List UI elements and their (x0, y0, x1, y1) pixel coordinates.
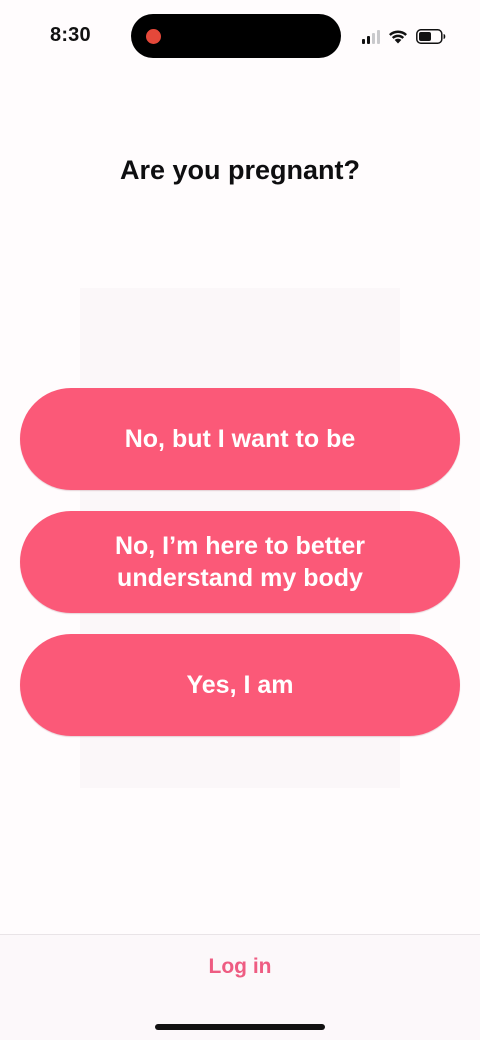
recording-indicator-icon (146, 29, 161, 44)
bottom-bar: Log in (0, 934, 480, 1040)
page-title: Are you pregnant? (119, 155, 361, 185)
option-want-to-be-pregnant-button[interactable]: No, but I want to be (20, 388, 460, 490)
login-link[interactable]: Log in (0, 955, 480, 979)
app-screen: 8:30 Are you pregnant? No, but I want to… (0, 0, 480, 1040)
answer-options: No, but I want to be No, I’m here to bet… (20, 388, 460, 736)
status-time: 8:30 (50, 24, 91, 46)
dynamic-island (131, 14, 341, 58)
signal-icon (362, 28, 380, 44)
home-indicator[interactable] (155, 1024, 325, 1030)
battery-icon (416, 28, 446, 44)
option-understand-body-button[interactable]: No, I’m here to better understand my bod… (20, 511, 460, 613)
option-yes-pregnant-button[interactable]: Yes, I am (20, 634, 460, 736)
wifi-icon (388, 29, 408, 44)
status-icons (362, 26, 446, 46)
